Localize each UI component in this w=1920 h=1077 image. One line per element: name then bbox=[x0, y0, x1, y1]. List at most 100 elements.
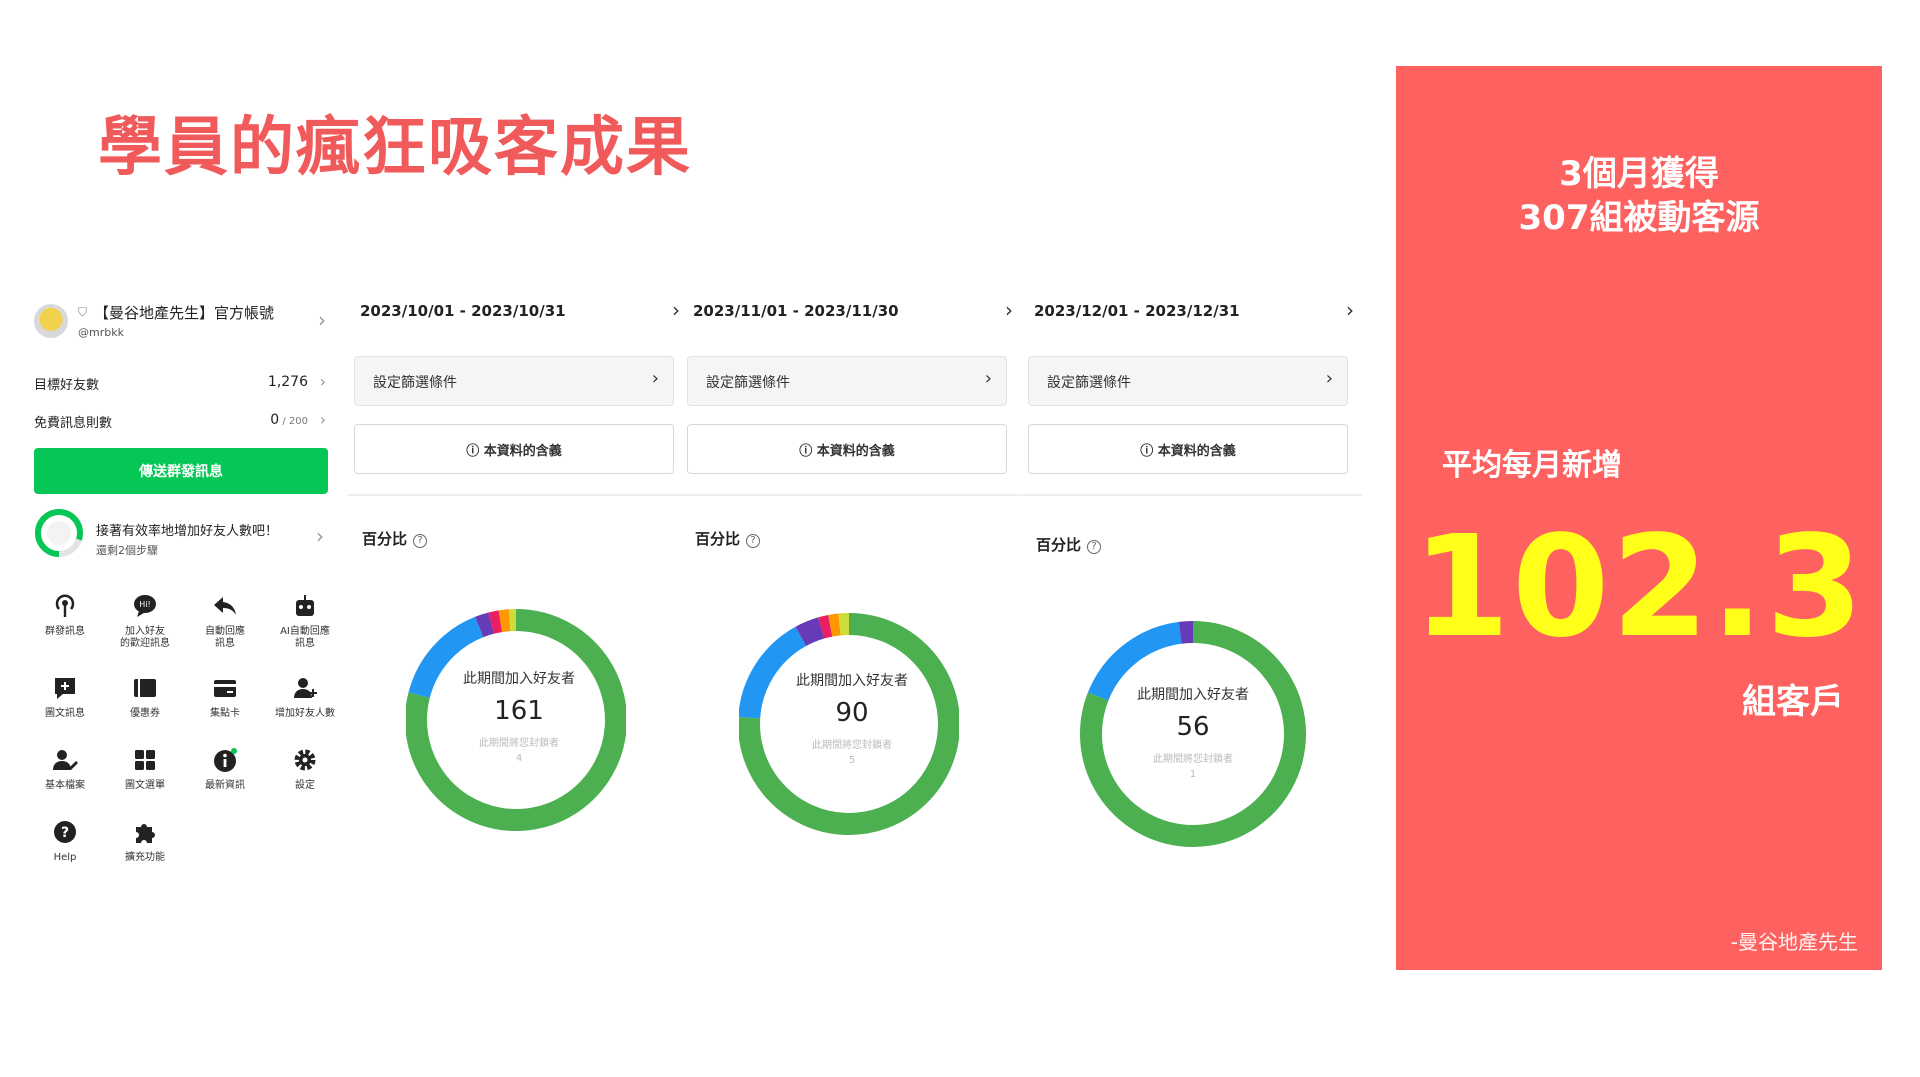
svg-text:?: ? bbox=[61, 825, 69, 841]
menu-item-extensions[interactable]: 擴充功能 bbox=[110, 818, 180, 864]
free-messages-label: 免費訊息則數 bbox=[34, 416, 113, 431]
data-meaning-button[interactable]: ⓘ 本資料的含義 bbox=[354, 424, 674, 474]
menu-item-ai-reply[interactable]: AI自動回應 訊息 bbox=[270, 592, 340, 650]
blocked-value: 1 bbox=[1189, 769, 1197, 780]
donut-slice-2 bbox=[795, 617, 825, 647]
joined-friends-label: 此期間加入好友者 bbox=[463, 671, 575, 687]
svg-text:Hi!: Hi! bbox=[139, 600, 150, 609]
gear-icon bbox=[294, 749, 316, 771]
menu-item-add-friends[interactable]: 增加好友人數 bbox=[270, 674, 340, 720]
chevron-right-icon: › bbox=[319, 410, 326, 429]
date-range-selector[interactable]: 2023/11/01 - 2023/11/30 › bbox=[693, 298, 1013, 328]
target-friends-row[interactable]: 目標好友數 1,276 › bbox=[34, 372, 328, 396]
menu-item-settings[interactable]: 設定 bbox=[270, 746, 340, 792]
percentage-label: 百分比? bbox=[362, 528, 428, 549]
divider bbox=[348, 494, 688, 496]
free-messages-value: 0 / 200 bbox=[270, 412, 308, 428]
oa-panel: ⛉ 【曼谷地產先生】官方帳號 @mrbkk › 目標好友數 1,276 › 免費… bbox=[30, 292, 335, 892]
coupon-icon bbox=[134, 679, 156, 697]
menu-item-point-card[interactable]: 集點卡 bbox=[190, 674, 260, 720]
menu-item-greeting[interactable]: Hi! 加入好友 的歡迎訊息 bbox=[110, 592, 180, 650]
help-circle-icon[interactable]: ? bbox=[1087, 540, 1102, 554]
menu-item-rich-menu[interactable]: 圖文選單 bbox=[110, 746, 180, 792]
chevron-right-icon: › bbox=[319, 372, 326, 391]
robot-icon bbox=[296, 595, 314, 616]
info-icon bbox=[214, 748, 237, 772]
data-meaning-button[interactable]: ⓘ 本資料的含義 bbox=[1028, 424, 1348, 474]
chevron-right-icon: › bbox=[318, 308, 326, 332]
slide-title: 學員的瘋狂吸客成果 bbox=[98, 111, 692, 185]
menu-item-profile[interactable]: 基本檔案 bbox=[30, 746, 100, 792]
donut-slice-4 bbox=[828, 613, 841, 637]
help-circle-icon[interactable]: ? bbox=[413, 534, 428, 548]
donut-center-text: 此期間加入好友者 90 此期間將您封鎖者 5 bbox=[687, 670, 1017, 766]
monthly-average-label: 平均每月新增 bbox=[1442, 448, 1622, 483]
chevron-right-icon: › bbox=[1325, 368, 1333, 389]
joined-friends-label: 此期間加入好友者 bbox=[1137, 687, 1249, 703]
stats-panel-october: 2023/10/01 - 2023/10/31 › 設定篩選條件 › ⓘ 本資料… bbox=[348, 298, 688, 898]
progress-steps-left: 還剩2個步驟 bbox=[96, 544, 158, 557]
blocked-value: 5 bbox=[848, 755, 856, 766]
friend-growth-card[interactable]: 接著有效率地增加好友人數吧！ 還剩2個步驟 › bbox=[34, 508, 328, 572]
percentage-label: 百分比? bbox=[1036, 534, 1102, 555]
account-id: @mrbkk bbox=[78, 326, 124, 339]
chevron-right-icon: › bbox=[316, 524, 324, 548]
menu-item-news[interactable]: 最新資訊 bbox=[190, 746, 260, 792]
menu-item-auto-reply[interactable]: 自動回應 訊息 bbox=[190, 592, 260, 650]
progress-title: 接著有效率地增加好友人數吧！ bbox=[96, 524, 279, 539]
broadcast-icon bbox=[55, 594, 75, 617]
menu-item-rich-message[interactable]: 圖文訊息 bbox=[30, 674, 100, 720]
account-header[interactable]: ⛉ 【曼谷地產先生】官方帳號 @mrbkk › bbox=[30, 292, 330, 346]
free-messages-row[interactable]: 免費訊息則數 0 / 200 › bbox=[34, 410, 328, 434]
send-broadcast-button[interactable]: 傳送群發訊息 bbox=[34, 448, 328, 494]
percentage-label: 百分比? bbox=[695, 528, 761, 549]
menu-item-help[interactable]: ? Help bbox=[30, 818, 100, 864]
account-name: 【曼谷地產先生】官方帳號 bbox=[94, 304, 275, 322]
filter-conditions-button[interactable]: 設定篩選條件 › bbox=[354, 356, 674, 406]
menu-item-coupon[interactable]: 優惠券 bbox=[110, 674, 180, 720]
unit-label: 組客戶 bbox=[1742, 682, 1844, 722]
target-friends-value: 1,276 bbox=[267, 374, 308, 390]
headline-line1: 3個月獲得 bbox=[1559, 154, 1719, 194]
chevron-right-icon: › bbox=[1346, 298, 1354, 322]
divider bbox=[681, 494, 1021, 496]
joined-friends-value: 161 bbox=[494, 696, 544, 726]
blocked-value: 4 bbox=[515, 753, 523, 764]
menu-item-broadcast[interactable]: 群發訊息 bbox=[30, 592, 100, 638]
rich-message-icon bbox=[55, 678, 75, 699]
date-range: 2023/11/01 - 2023/11/30 bbox=[693, 302, 899, 320]
chevron-right-icon: › bbox=[672, 298, 680, 322]
reply-arrow-icon bbox=[214, 597, 236, 615]
date-range-selector[interactable]: 2023/10/01 - 2023/10/31 › bbox=[360, 298, 680, 328]
donut-slice-2 bbox=[475, 612, 495, 638]
date-range: 2023/12/01 - 2023/12/31 bbox=[1034, 302, 1240, 320]
puzzle-icon bbox=[136, 824, 155, 843]
greeting-bubble-icon: Hi! bbox=[134, 595, 156, 617]
chevron-right-icon: › bbox=[1005, 298, 1013, 322]
joined-friends-value: 90 bbox=[835, 698, 869, 728]
progress-ring bbox=[35, 509, 83, 557]
rich-menu-icon bbox=[135, 750, 155, 770]
help-circle-icon[interactable]: ? bbox=[746, 534, 761, 548]
date-range: 2023/10/01 - 2023/10/31 bbox=[360, 302, 566, 320]
filter-conditions-button[interactable]: 設定篩選條件 › bbox=[1028, 356, 1348, 406]
signature: -曼谷地產先生 bbox=[1730, 930, 1858, 954]
point-card-icon bbox=[214, 680, 236, 697]
date-range-selector[interactable]: 2023/12/01 - 2023/12/31 › bbox=[1034, 298, 1354, 328]
blocked-label: 此期間將您封鎖者 bbox=[1153, 754, 1233, 765]
add-friend-icon bbox=[294, 678, 317, 698]
joined-friends-label: 此期間加入好友者 bbox=[796, 673, 908, 689]
verified-shield-icon: ⛉ bbox=[78, 305, 88, 319]
chevron-right-icon: › bbox=[984, 368, 992, 389]
blocked-label: 此期間將您封鎖者 bbox=[479, 738, 559, 749]
target-friends-label: 目標好友數 bbox=[34, 378, 100, 393]
blocked-label: 此期間將您封鎖者 bbox=[812, 740, 892, 751]
chevron-right-icon: › bbox=[651, 368, 659, 389]
stats-panel-december: 2023/12/01 - 2023/12/31 › 設定篩選條件 › ⓘ 本資料… bbox=[1022, 298, 1362, 898]
donut-slice-3 bbox=[488, 610, 503, 634]
stats-panel-november: 2023/11/01 - 2023/11/30 › 設定篩選條件 › ⓘ 本資料… bbox=[681, 298, 1021, 898]
donut-slice-3 bbox=[818, 614, 833, 639]
data-meaning-button[interactable]: ⓘ 本資料的含義 bbox=[687, 424, 1007, 474]
filter-conditions-button[interactable]: 設定篩選條件 › bbox=[687, 356, 1007, 406]
help-icon: ? bbox=[54, 821, 76, 843]
